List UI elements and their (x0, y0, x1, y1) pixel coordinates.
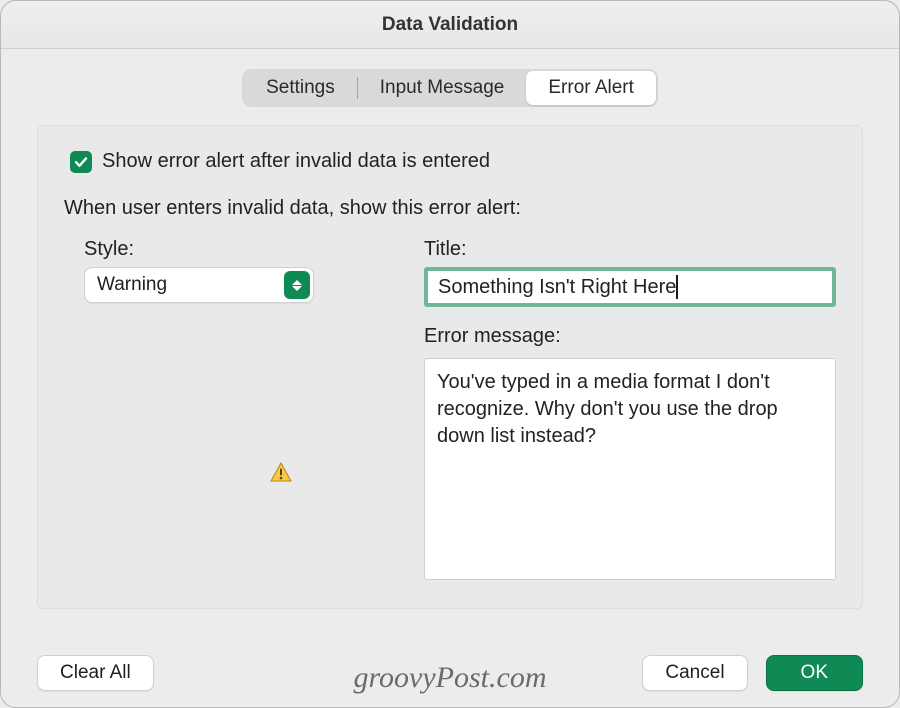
warning-icon (270, 462, 292, 482)
error-alert-panel: Show error alert after invalid data is e… (37, 125, 863, 609)
tab-input-message[interactable]: Input Message (358, 71, 527, 105)
titlebar: Data Validation (1, 1, 899, 49)
error-message-input[interactable]: You've typed in a media format I don't r… (424, 358, 836, 580)
checkmark-icon (74, 155, 88, 169)
window-title: Data Validation (382, 14, 518, 36)
title-input[interactable]: Something Isn't Right Here (424, 267, 836, 307)
style-select[interactable]: Warning (84, 267, 314, 303)
tab-error-alert[interactable]: Error Alert (526, 71, 656, 105)
tab-settings[interactable]: Settings (244, 71, 357, 105)
tab-bar: Settings Input Message Error Alert (1, 69, 899, 107)
instruction-text: When user enters invalid data, show this… (64, 197, 836, 220)
text-caret (676, 275, 678, 299)
style-select-value: Warning (97, 274, 167, 296)
show-error-checkbox-label: Show error alert after invalid data is e… (102, 150, 490, 173)
style-label: Style: (84, 238, 414, 261)
updown-chevron-icon (284, 271, 310, 299)
show-error-checkbox[interactable] (70, 151, 92, 173)
show-error-checkbox-row: Show error alert after invalid data is e… (70, 150, 836, 173)
title-label: Title: (424, 238, 836, 261)
segmented-control: Settings Input Message Error Alert (242, 69, 658, 107)
clear-all-button[interactable]: Clear All (37, 655, 154, 691)
cancel-button[interactable]: Cancel (642, 655, 747, 691)
dialog-footer: Clear All Cancel OK (1, 655, 899, 691)
ok-button[interactable]: OK (766, 655, 863, 691)
error-message-value: You've typed in a media format I don't r… (437, 371, 778, 447)
title-input-value: Something Isn't Right Here (438, 276, 676, 299)
error-message-label: Error message: (424, 325, 836, 348)
